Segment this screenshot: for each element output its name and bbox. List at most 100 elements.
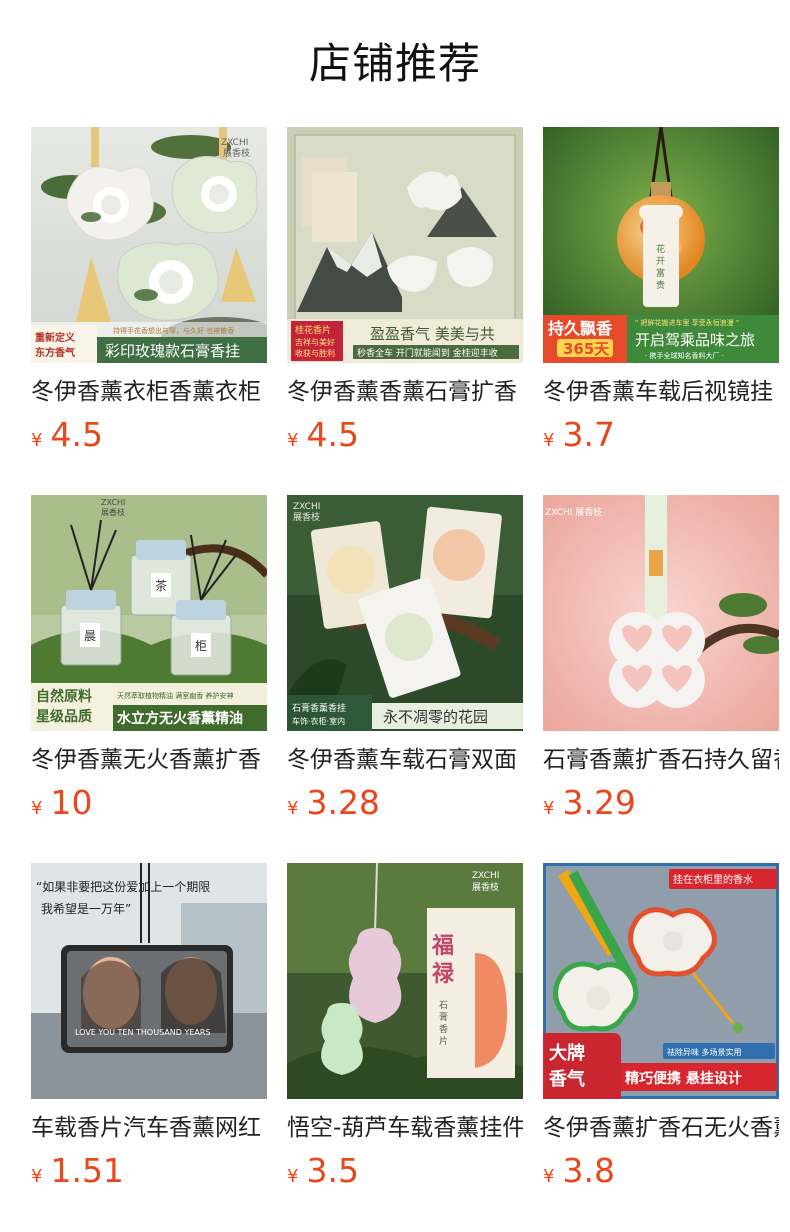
product-name[interactable]: 车载香片汽车香薰网红 bbox=[31, 1111, 267, 1145]
currency-symbol: ¥ bbox=[31, 798, 43, 819]
currency-symbol: ¥ bbox=[287, 430, 299, 451]
svg-text:ZXCHI: ZXCHI bbox=[221, 138, 248, 148]
svg-text:展香枝: 展香枝 bbox=[223, 147, 250, 159]
svg-text:禄: 禄 bbox=[432, 962, 455, 987]
svg-text:石: 石 bbox=[439, 1001, 448, 1011]
product-name[interactable]: 冬伊香薰车载石膏双面 bbox=[287, 743, 523, 777]
product-name[interactable]: 冬伊香薰车载后视镜挂 bbox=[543, 375, 779, 409]
svg-text:石膏香薰香挂: 石膏香薰香挂 bbox=[292, 702, 346, 714]
image-tagline: 持得手花香想出与琴，与久好 也被散香 bbox=[113, 326, 234, 335]
price: ¥1.51 bbox=[31, 1151, 124, 1191]
svg-text:“如果非要把这份爱加上一个期限: “如果非要把这份爱加上一个期限 bbox=[36, 879, 210, 894]
svg-text:花: 花 bbox=[656, 243, 665, 255]
svg-text:大牌: 大牌 bbox=[549, 1042, 585, 1064]
currency-symbol: ¥ bbox=[31, 430, 43, 451]
product-card[interactable]: 桂花香片 吉祥与美好 收获与胜利 盈盈香气 美美与共 秒香全车 开门就能闻到 金… bbox=[287, 127, 523, 472]
svg-text:展香枝: 展香枝 bbox=[472, 881, 499, 893]
product-name[interactable]: 冬伊香薰扩香石无火香薰 bbox=[543, 1111, 779, 1145]
product-card[interactable]: 花 开 富 贵 持久飘香 365天 " 把鲜花搬进车里 享受永恒浪漫 " 开启驾… bbox=[543, 127, 779, 472]
product-image[interactable]: ZXCHI 展香枝 石膏香薰香挂 车饰·衣柜·室内 永不凋零的花园 bbox=[287, 495, 523, 731]
price: ¥10 bbox=[31, 783, 92, 823]
product-image[interactable]: 福 禄 石 膏 香 片 ZXCHI 展香枝 bbox=[287, 863, 523, 1099]
svg-text:ZXCHI: ZXCHI bbox=[472, 871, 499, 881]
price: ¥3.28 bbox=[287, 783, 380, 823]
currency-symbol: ¥ bbox=[287, 1166, 299, 1187]
price-value: 3.7 bbox=[562, 415, 615, 454]
price-value: 10 bbox=[50, 783, 93, 822]
svg-text:" 把鲜花搬进车里 享受永恒浪漫 ": " 把鲜花搬进车里 享受永恒浪漫 " bbox=[635, 318, 739, 327]
product-image[interactable]: 挂在衣柜里的香水 祛除异味 多场景实用 大牌 香气 精巧便携 悬挂设计 bbox=[543, 863, 779, 1099]
svg-text:重新定义: 重新定义 bbox=[35, 331, 76, 344]
product-image[interactable]: 晨 茶 柜 ZXCHI 展香枝 自然原料 星级品质 天然萃取植物精油 满室幽香 … bbox=[31, 495, 267, 731]
price-value: 3.8 bbox=[562, 1151, 615, 1190]
svg-text:ZXCHI 展香枝: ZXCHI 展香枝 bbox=[545, 506, 602, 518]
image-caption: 盈盈香气 美美与共 bbox=[370, 325, 495, 343]
image-caption: 开启驾乘品味之旅 bbox=[635, 331, 755, 349]
product-card[interactable]: 福 禄 石 膏 香 片 ZXCHI 展香枝 悟空-葫芦车载香薰挂件 ¥3.5 bbox=[287, 863, 523, 1208]
svg-text:挂在衣柜里的香水: 挂在衣柜里的香水 bbox=[673, 873, 753, 886]
currency-symbol: ¥ bbox=[543, 1166, 555, 1187]
svg-text:吉祥与美好: 吉祥与美好 bbox=[295, 337, 335, 347]
svg-text:星级品质: 星级品质 bbox=[36, 708, 92, 725]
product-image[interactable]: 花 开 富 贵 持久飘香 365天 " 把鲜花搬进车里 享受永恒浪漫 " 开启驾… bbox=[543, 127, 779, 363]
price: ¥3.7 bbox=[543, 415, 615, 455]
svg-text:LOVE YOU TEN THOUSAND YEARS: LOVE YOU TEN THOUSAND YEARS bbox=[75, 1028, 211, 1037]
price: ¥3.29 bbox=[543, 783, 636, 823]
price: ¥3.8 bbox=[543, 1151, 615, 1191]
svg-text:自然原料: 自然原料 bbox=[36, 688, 92, 705]
price: ¥3.5 bbox=[287, 1151, 359, 1191]
svg-text:香: 香 bbox=[439, 1024, 448, 1035]
price-value: 4.5 bbox=[306, 415, 359, 454]
price-value: 1.51 bbox=[50, 1151, 124, 1190]
svg-text:福: 福 bbox=[431, 934, 454, 959]
image-caption: 精巧便携 悬挂设计 bbox=[625, 1070, 742, 1087]
svg-text:柜: 柜 bbox=[195, 639, 207, 653]
svg-text:片: 片 bbox=[439, 1035, 448, 1047]
price-value: 3.28 bbox=[306, 783, 380, 822]
currency-symbol: ¥ bbox=[543, 798, 555, 819]
product-name[interactable]: 冬伊香薰香薰石膏扩香 bbox=[287, 375, 523, 409]
product-name[interactable]: 石膏香薰扩香石持久留香 bbox=[543, 743, 779, 777]
price-value: 3.5 bbox=[306, 1151, 359, 1190]
price: ¥4.5 bbox=[31, 415, 103, 455]
product-name[interactable]: 悟空-葫芦车载香薰挂件 bbox=[287, 1111, 523, 1145]
price-value: 3.29 bbox=[562, 783, 636, 822]
page-title: 店铺推荐 bbox=[308, 39, 481, 88]
image-caption: 彩印玫瑰款石膏香挂 bbox=[105, 342, 240, 360]
product-name[interactable]: 冬伊香薰衣柜香薰衣柜 bbox=[31, 375, 267, 409]
svg-text:ZXCHI: ZXCHI bbox=[293, 502, 320, 512]
product-grid: 持得手花香想出与琴，与久好 也被散香 重新定义 东方香气 彩印玫瑰款石膏香挂 Z… bbox=[31, 127, 790, 1232]
product-card[interactable]: ZXCHI 展香枝 石膏香薰扩香石持久留香 ¥3.29 bbox=[543, 495, 779, 840]
svg-text:祛除异味 多场景实用: 祛除异味 多场景实用 bbox=[667, 1047, 742, 1057]
svg-text:车饰·衣柜·室内: 车饰·衣柜·室内 bbox=[292, 716, 345, 726]
price: ¥4.5 bbox=[287, 415, 359, 455]
product-name[interactable]: 冬伊香薰无火香薰扩香 bbox=[31, 743, 267, 777]
svg-text:天然萃取植物精油 满室幽香 养护安神: 天然萃取植物精油 满室幽香 养护安神 bbox=[117, 691, 233, 700]
svg-text:展香枝: 展香枝 bbox=[101, 507, 125, 517]
product-card[interactable]: ZXCHI 展香枝 石膏香薰香挂 车饰·衣柜·室内 永不凋零的花园 冬伊香薰车载… bbox=[287, 495, 523, 840]
svg-text:展香枝: 展香枝 bbox=[293, 511, 320, 523]
svg-text:秒香全车 开门就能闻到 金桂迎丰收: 秒香全车 开门就能闻到 金桂迎丰收 bbox=[357, 347, 498, 359]
product-card[interactable]: “如果非要把这份爱加上一个期限 我希望是一万年” LOVE YOU TEN TH… bbox=[31, 863, 267, 1208]
svg-text:富: 富 bbox=[656, 267, 665, 279]
svg-text:365天: 365天 bbox=[563, 340, 610, 358]
image-caption: 水立方无火香薰精油 bbox=[117, 710, 243, 727]
product-image[interactable]: 持得手花香想出与琴，与久好 也被散香 重新定义 东方香气 彩印玫瑰款石膏香挂 Z… bbox=[31, 127, 267, 363]
product-card[interactable]: 挂在衣柜里的香水 祛除异味 多场景实用 大牌 香气 精巧便携 悬挂设计 冬伊香薰… bbox=[543, 863, 779, 1208]
product-card[interactable]: 持得手花香想出与琴，与久好 也被散香 重新定义 东方香气 彩印玫瑰款石膏香挂 Z… bbox=[31, 127, 267, 472]
svg-text:收获与胜利: 收获与胜利 bbox=[295, 348, 335, 358]
currency-symbol: ¥ bbox=[287, 798, 299, 819]
product-card[interactable]: 晨 茶 柜 ZXCHI 展香枝 自然原料 星级品质 天然萃取植物精油 满室幽香 … bbox=[31, 495, 267, 840]
svg-text:· 携手全球知名香料大厂 ·: · 携手全球知名香料大厂 · bbox=[645, 351, 724, 360]
product-image[interactable]: “如果非要把这份爱加上一个期限 我希望是一万年” LOVE YOU TEN TH… bbox=[31, 863, 267, 1099]
svg-text:东方香气: 东方香气 bbox=[35, 346, 75, 359]
svg-text:开: 开 bbox=[656, 256, 665, 267]
svg-text:晨: 晨 bbox=[84, 629, 96, 643]
svg-text:膏: 膏 bbox=[439, 1011, 448, 1023]
svg-text:我希望是一万年”: 我希望是一万年” bbox=[41, 901, 131, 916]
svg-text:贵: 贵 bbox=[656, 279, 665, 291]
svg-text:桂花香片: 桂花香片 bbox=[295, 324, 331, 336]
product-image[interactable]: ZXCHI 展香枝 bbox=[543, 495, 779, 731]
svg-text:茶: 茶 bbox=[155, 578, 167, 593]
product-image[interactable]: 桂花香片 吉祥与美好 收获与胜利 盈盈香气 美美与共 秒香全车 开门就能闻到 金… bbox=[287, 127, 523, 363]
